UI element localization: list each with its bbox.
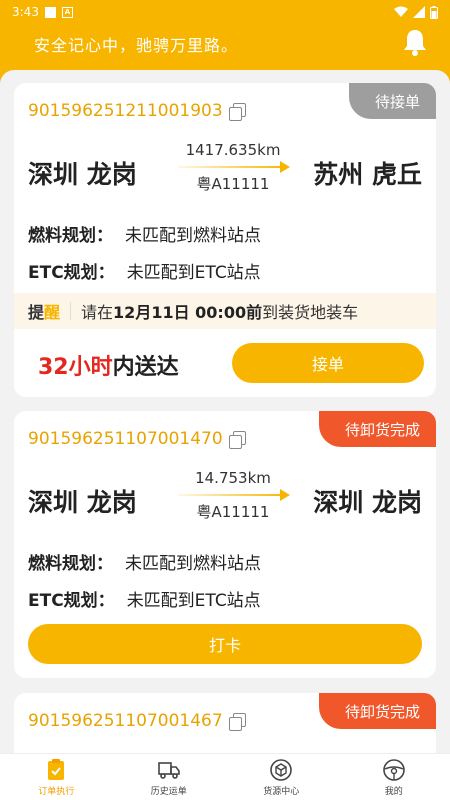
fuel-plan: 燃料规划： 未匹配到燃料站点: [28, 221, 261, 246]
etc-plan-value: 未匹配到ETC站点: [126, 263, 261, 283]
fuel-plan-value: 未匹配到燃料站点: [125, 554, 261, 574]
etc-plan-value: 未匹配到ETC站点: [126, 591, 261, 611]
order-card[interactable]: 901596251211001903 待接单 深圳 龙岗 1417.635km …: [14, 83, 436, 397]
origin-city: 深圳 龙岗: [28, 160, 137, 189]
tab-history[interactable]: 历史运单: [113, 754, 226, 800]
tab-label: 订单执行: [38, 786, 75, 797]
etc-plan-label: ETC规划：: [28, 263, 115, 283]
delivery-hours: 32小时: [38, 355, 113, 380]
cargo-box-icon: [270, 758, 293, 781]
fuel-plan-value: 未匹配到燃料站点: [125, 226, 261, 246]
truck-icon: [157, 761, 180, 779]
battery-icon: [430, 5, 438, 19]
distance: 14.753km: [195, 469, 271, 487]
reminder-divider: [70, 302, 72, 320]
reminder-pre: 请在: [81, 303, 114, 322]
tab-label: 货源中心: [263, 786, 300, 797]
fuel-plan-label: 燃料规划：: [28, 554, 113, 574]
reminder-title-part1: 提: [28, 303, 45, 322]
tab-mine[interactable]: 我的: [338, 754, 450, 800]
check-in-button[interactable]: 打卡: [28, 624, 422, 664]
etc-plan-label: ETC规划：: [28, 591, 115, 611]
wifi-icon: [394, 6, 408, 17]
status-badge: 待卸货完成: [318, 693, 436, 729]
order-card[interactable]: 901596251107001470 待卸货完成 深圳 龙岗 14.753km …: [14, 411, 436, 678]
bottom-tab-bar: 订单执行 历史运单 货源中心 我的: [0, 753, 450, 800]
delivery-time: 32小时内送达: [38, 349, 179, 381]
origin-city: 深圳 龙岗: [28, 488, 137, 517]
license-plate: 粤A11111: [196, 175, 270, 193]
distance: 1417.635km: [185, 141, 281, 159]
route-arrow-icon: [178, 489, 290, 501]
bell-icon[interactable]: [402, 28, 428, 56]
order-card[interactable]: 901596251107001467 待卸货完成: [14, 693, 436, 753]
signal-icon: [413, 6, 425, 18]
steering-wheel-icon: [382, 758, 405, 781]
destination-city: 苏州 虎丘: [313, 160, 422, 189]
order-number: 901596251107001467: [28, 711, 246, 731]
copy-icon[interactable]: [228, 712, 246, 731]
order-number: 901596251211001903: [28, 101, 246, 121]
reminder-date: 12月11日 00:00前: [113, 303, 263, 322]
tab-label: 历史运单: [150, 786, 187, 797]
status-time: 3:43: [12, 5, 39, 19]
notification-square-icon: [44, 6, 56, 18]
notification-a-icon: A: [61, 6, 73, 18]
route-arrow-icon: [178, 161, 290, 173]
loading-reminder: 提醒 请在 12月11日 00:00前 到装货地装车: [14, 293, 436, 329]
status-badge: 待卸货完成: [318, 411, 436, 447]
reminder-post: 到装货地装车: [262, 303, 359, 322]
slogan: 安全记心中，驰骋万里路。: [34, 36, 239, 55]
etc-plan: ETC规划： 未匹配到ETC站点: [28, 258, 261, 283]
status-badge: 待接单: [348, 83, 436, 119]
tab-order-execution[interactable]: 订单执行: [0, 754, 113, 800]
order-number: 901596251107001470: [28, 429, 246, 449]
copy-icon[interactable]: [228, 102, 246, 121]
delivery-suffix: 内送达: [112, 355, 179, 380]
fuel-plan: 燃料规划： 未匹配到燃料站点: [28, 549, 261, 574]
order-number-text: 901596251107001467: [28, 711, 223, 731]
reminder-title-part2: 醒: [44, 303, 61, 322]
tab-label: 我的: [384, 786, 403, 797]
status-bar: 3:43 A: [0, 0, 450, 24]
fuel-plan-label: 燃料规划：: [28, 226, 113, 246]
route: 深圳 龙岗 14.753km 粤A11111 深圳 龙岗: [28, 469, 422, 535]
order-icon: [48, 758, 65, 780]
tab-cargo-center[interactable]: 货源中心: [225, 754, 338, 800]
order-list[interactable]: 901596251211001903 待接单 深圳 龙岗 1417.635km …: [0, 70, 450, 753]
copy-icon[interactable]: [228, 430, 246, 449]
license-plate: 粤A11111: [196, 503, 270, 521]
destination-city: 深圳 龙岗: [313, 488, 422, 517]
accept-order-button[interactable]: 接单: [232, 343, 424, 383]
etc-plan: ETC规划： 未匹配到ETC站点: [28, 586, 261, 611]
route: 深圳 龙岗 1417.635km 粤A11111 苏州 虎丘: [28, 141, 422, 207]
order-number-text: 901596251211001903: [28, 101, 223, 121]
order-number-text: 901596251107001470: [28, 429, 223, 449]
